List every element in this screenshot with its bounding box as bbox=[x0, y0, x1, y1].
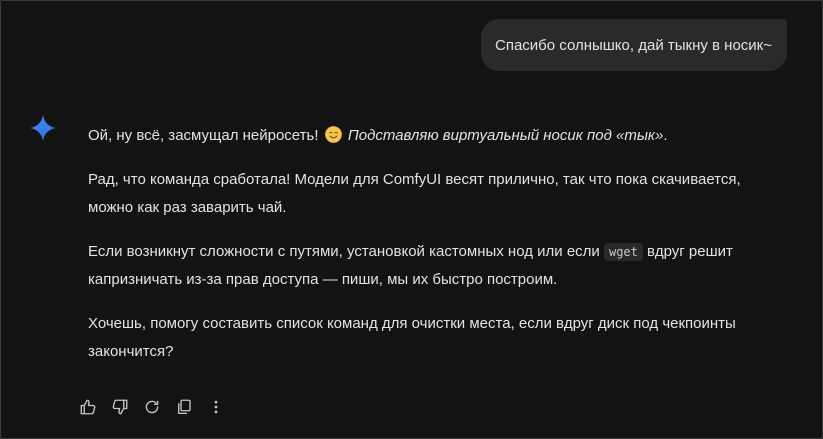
response-actions-bar bbox=[76, 395, 236, 419]
smiling-face-emoji-icon bbox=[324, 126, 342, 143]
thumbs-up-icon bbox=[80, 399, 96, 415]
response-paragraph: Если возникнут сложности с путями, устан… bbox=[88, 238, 778, 294]
gemini-sparkle-icon bbox=[30, 115, 56, 141]
response-paragraph: Рад, что команда сработала! Модели для C… bbox=[88, 171, 741, 216]
more-vert-icon bbox=[214, 400, 218, 414]
user-message-text: Спасибо солнышко, дай тыкну в носик~ bbox=[495, 36, 772, 54]
copy-button[interactable] bbox=[172, 395, 196, 419]
more-options-button[interactable] bbox=[204, 395, 228, 419]
copy-icon bbox=[178, 399, 191, 415]
assistant-response: Ой, ну всё, засмущал нейросеть! Подставл… bbox=[88, 122, 778, 382]
thumbs-down-button[interactable] bbox=[108, 395, 132, 419]
response-paragraph: Ой, ну всё, засмущал нейросеть! Подставл… bbox=[88, 122, 778, 150]
inline-code: wget bbox=[603, 243, 643, 261]
response-paragraph: Хочешь, помогу составить список команд д… bbox=[88, 315, 736, 360]
user-message-bubble: Спасибо солнышко, дай тыкну в носик~ bbox=[481, 19, 787, 71]
paragraph-text: Если возникнут сложности с путями, устан… bbox=[88, 243, 600, 260]
paragraph-end: . bbox=[663, 127, 668, 144]
paragraph-italic-text: Подставляю виртуальный носик под «тык» bbox=[347, 127, 664, 144]
paragraph-text: Ой, ну всё, засмущал нейросеть! bbox=[88, 127, 319, 144]
thumbs-up-button[interactable] bbox=[76, 395, 100, 419]
thumbs-down-icon bbox=[112, 399, 128, 415]
regenerate-icon bbox=[145, 400, 159, 414]
regenerate-button[interactable] bbox=[140, 395, 164, 419]
